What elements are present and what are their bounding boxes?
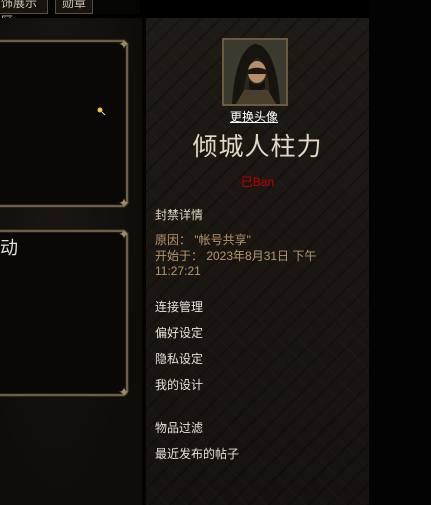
ban-details-title: 封禁详情 <box>155 208 204 222</box>
tab-showcase[interactable]: 饰展示区 <box>0 0 48 28</box>
connections-link[interactable]: 连接管理 <box>155 298 203 315</box>
ornament-corner-icon: ✦ <box>118 36 130 52</box>
top-tab-bar: 饰展示区 勋章 <box>0 0 140 28</box>
ban-start-time: 开始于： 2023年8月31日 下午 11:27:21 <box>155 249 317 278</box>
change-avatar-link[interactable]: 更换头像 <box>230 108 278 125</box>
item-filter-link[interactable]: 物品过滤 <box>155 419 203 436</box>
ban-reason: 原因： "帐号共享" <box>155 233 251 247</box>
ornament-corner-icon: ✦ <box>118 226 130 242</box>
sparkle-icon <box>97 107 106 116</box>
showcase-panel: ✦ ✦ <box>0 36 130 211</box>
page-edge <box>369 0 431 505</box>
ornament-corner-icon: ✦ <box>118 195 130 211</box>
recent-posts-link[interactable]: 最近发布的帖子 <box>155 445 239 462</box>
tab-badges[interactable]: 勋章 <box>55 0 93 14</box>
ornament-corner-icon: ✦ <box>118 384 130 400</box>
privacy-settings-link[interactable]: 隐私设定 <box>155 350 203 367</box>
preferences-link[interactable]: 偏好设定 <box>155 324 203 341</box>
activity-panel-heading: 动 <box>0 238 18 258</box>
my-designs-link[interactable]: 我的设计 <box>155 376 203 393</box>
left-column: ✦ ✦ ✦ ✦ 动 <box>0 18 142 505</box>
ban-status-badge: 已Ban <box>240 175 275 189</box>
activity-panel: ✦ ✦ <box>0 226 130 400</box>
username-title: 倾城人柱力 <box>192 133 323 161</box>
hooded-warrior-avatar-icon[interactable] <box>222 38 288 106</box>
